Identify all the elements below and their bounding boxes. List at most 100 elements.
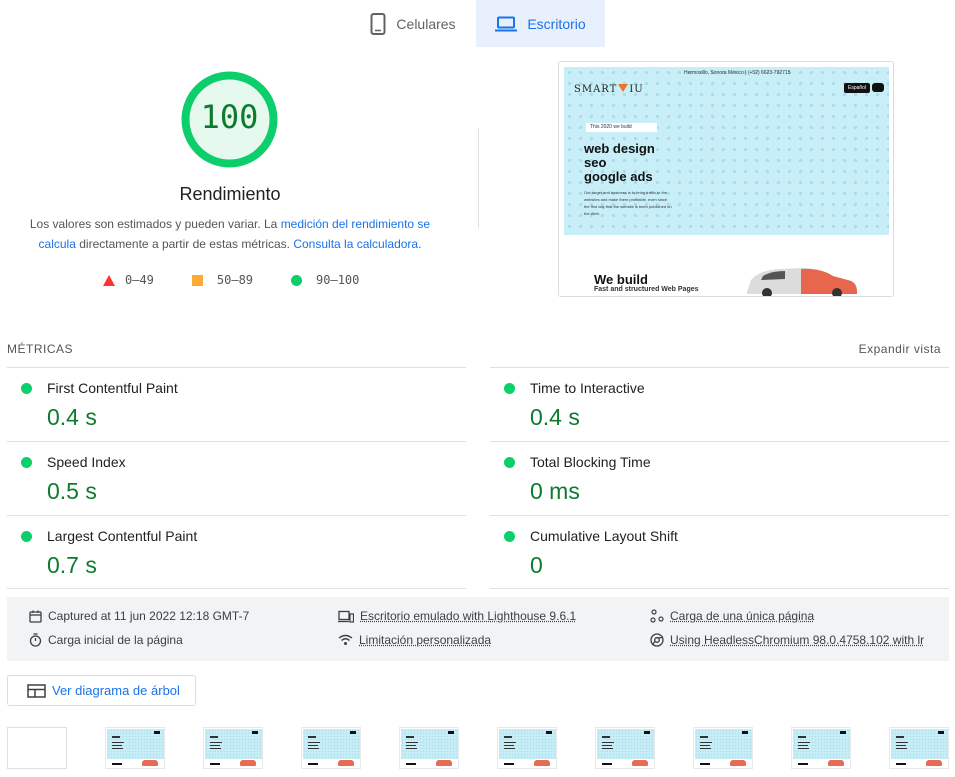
- pass-circle-icon: [504, 457, 515, 468]
- metric-value: 0 ms: [530, 478, 580, 504]
- legend-average-label: 50–89: [216, 273, 254, 287]
- throttle-text: Limitación personalizada: [359, 633, 492, 647]
- pass-circle-icon: [504, 383, 515, 394]
- captured-info: Captured at 11 jun 2022 12:18 GMT-7: [29, 609, 249, 623]
- load-text: Carga inicial de la página: [48, 633, 183, 647]
- legend-fail-label: 0–49: [125, 273, 154, 287]
- metric-name: Time to Interactive: [530, 380, 645, 396]
- headline-line: seo: [584, 155, 607, 170]
- filmstrip-frame-blank: [7, 727, 67, 769]
- metric-value: 0.4 s: [530, 404, 580, 430]
- devices-icon: [338, 610, 354, 623]
- screenshot-headline: web design seo google ads: [584, 142, 655, 184]
- screenshot-hero: Hermosillo, Sonora México | (+52) 6623-7…: [564, 67, 889, 235]
- tab-desktop-label: Escritorio: [527, 15, 586, 32]
- throttle-info[interactable]: Limitación personalizada: [338, 633, 491, 647]
- load-info: Carga inicial de la página: [29, 633, 183, 647]
- metric-tbt: Total Blocking Time 0 ms: [490, 441, 949, 515]
- metric-fcp: First Contentful Paint 0.4 s: [7, 367, 466, 441]
- calculator-link[interactable]: Consulta la calculadora: [293, 237, 418, 251]
- filmstrip-frame: [791, 727, 851, 769]
- browser-text: Using HeadlessChromium 98.0.4758.102 wit…: [670, 633, 925, 647]
- performance-description: Los valores son estimados y pueden varia…: [20, 214, 440, 254]
- metric-cls: Cumulative Layout Shift 0: [490, 515, 949, 589]
- pass-circle-icon: [21, 383, 32, 394]
- legend-pass: 90–100: [291, 273, 359, 287]
- treemap-button[interactable]: Ver diagrama de árbol: [7, 675, 196, 706]
- logo-left: SMART: [574, 84, 618, 95]
- filmstrip-frame: [203, 727, 263, 769]
- metrics-header: MÉTRICAS: [7, 342, 74, 356]
- metric-value: 0: [530, 552, 543, 578]
- timer-icon: [29, 633, 42, 647]
- metric-tti: Time to Interactive 0.4 s: [490, 367, 949, 441]
- desc-text-1: Los valores son estimados y pueden varia…: [29, 217, 281, 231]
- screenshot-paragraph: Our target and business is to bring traf…: [584, 190, 672, 216]
- chrome-icon: [650, 633, 664, 647]
- pass-circle-icon: [504, 531, 515, 542]
- metric-value: 0.5 s: [47, 478, 97, 504]
- circle-icon: [291, 274, 303, 286]
- car-image: [747, 268, 857, 296]
- metric-name: Speed Index: [47, 454, 126, 470]
- captured-text: Captured at 11 jun 2022 12:18 GMT-7: [48, 609, 250, 623]
- calendar-icon: [29, 610, 42, 623]
- expand-view-button[interactable]: Expandir vista: [859, 342, 941, 356]
- pass-circle-icon: [21, 457, 32, 468]
- screenshot-bottom-title: We build: [594, 272, 648, 287]
- desc-text-2: directamente a partir de estas métricas.: [75, 237, 294, 251]
- screenshot-bottom-subtitle: Fast and structured Web Pages: [594, 286, 699, 293]
- filmstrip-frame: [595, 727, 655, 769]
- emulated-info[interactable]: Escritorio emulado with Lighthouse 9.6.1: [338, 609, 576, 623]
- screenshot-logo: SMART IU: [574, 84, 644, 95]
- logo-triangle-icon: [618, 84, 629, 92]
- tab-mobile-label: Celulares: [396, 15, 456, 32]
- desc-text-3: .: [418, 237, 422, 251]
- tab-mobile[interactable]: Celulares: [350, 0, 476, 47]
- score-legend: 0–49 50–89 90–100: [103, 273, 397, 287]
- final-screenshot[interactable]: Hermosillo, Sonora México | (+52) 6623-7…: [558, 61, 894, 297]
- filmstrip-frame: [693, 727, 753, 769]
- headline-line: web design: [584, 141, 655, 156]
- performance-score: 100: [200, 98, 259, 136]
- metrics-divider: [7, 588, 466, 589]
- treemap-button-label: Ver diagrama de árbol: [52, 683, 180, 698]
- screenshot-topline: Hermosillo, Sonora México | (+52) 6623-7…: [684, 70, 791, 76]
- tab-desktop[interactable]: Escritorio: [476, 0, 605, 47]
- nodes-icon: [650, 609, 664, 623]
- legend-average: 50–89: [191, 273, 254, 287]
- metric-name: Cumulative Layout Shift: [530, 528, 678, 544]
- filmstrip-frame: [889, 727, 949, 769]
- triangle-icon: [103, 274, 115, 286]
- metric-name: Total Blocking Time: [530, 454, 651, 470]
- single-load-text: Carga de una única página: [670, 609, 815, 623]
- emulated-text: Escritorio emulado with Lighthouse 9.6.1: [360, 609, 577, 623]
- screenshot-lang-button: Español: [844, 83, 871, 93]
- device-tabs: Celulares Escritorio: [350, 0, 605, 47]
- metric-name: First Contentful Paint: [47, 380, 178, 396]
- browser-info[interactable]: Using HeadlessChromium 98.0.4758.102 wit…: [650, 633, 924, 647]
- treemap-icon: [27, 683, 46, 698]
- metric-value: 0.4 s: [47, 404, 97, 430]
- filmstrip-frame: [105, 727, 165, 769]
- single-load-info[interactable]: Carga de una única página: [650, 609, 814, 623]
- metrics-divider: [490, 588, 949, 589]
- logo-right: IU: [629, 84, 644, 95]
- laptop-icon: [495, 16, 518, 31]
- metric-value: 0.7 s: [47, 552, 97, 578]
- wifi-icon: [338, 634, 353, 645]
- vertical-divider: [478, 128, 479, 228]
- smartphone-icon: [370, 12, 386, 35]
- square-icon: [191, 274, 203, 286]
- filmstrip-frame: [497, 727, 557, 769]
- runtime-info: Captured at 11 jun 2022 12:18 GMT-7 Carg…: [7, 597, 949, 661]
- legend-pass-label: 90–100: [316, 273, 360, 287]
- screenshot-pill: This 2020 we build: [586, 123, 657, 132]
- metric-name: Largest Contentful Paint: [47, 528, 198, 544]
- filmstrip-frame: [301, 727, 361, 769]
- pass-circle-icon: [21, 531, 32, 542]
- metric-lcp: Largest Contentful Paint 0.7 s: [7, 515, 466, 589]
- legend-fail: 0–49: [103, 273, 154, 287]
- performance-title: Rendimiento: [179, 184, 281, 204]
- screenshot-menu-button: [872, 83, 884, 92]
